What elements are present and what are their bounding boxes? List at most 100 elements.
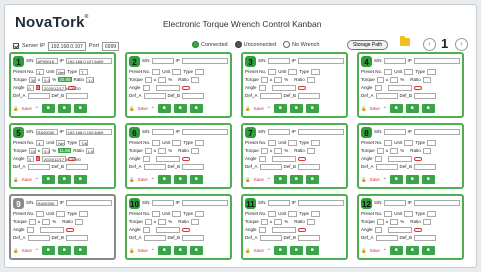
ratio-field[interactable]	[306, 147, 315, 154]
status-toggle[interactable]	[297, 85, 306, 90]
torque-field[interactable]	[144, 147, 152, 154]
def-b-field[interactable]	[414, 92, 437, 99]
preset-field[interactable]: 1	[36, 68, 45, 75]
tolerance-field[interactable]	[274, 218, 283, 225]
ip-field[interactable]	[297, 128, 344, 135]
gear-button-icon[interactable]: ■	[173, 104, 187, 113]
def-a-field[interactable]	[259, 92, 282, 99]
list-button-icon[interactable]: ■	[421, 246, 435, 255]
status-toggle[interactable]	[181, 85, 190, 90]
wrench-card[interactable]: 1 S/N AP00018 IP 192.168.0.107:6409 Preset No…	[9, 52, 116, 118]
type-field[interactable]	[427, 210, 437, 217]
tolerance-field[interactable]	[390, 218, 399, 225]
sn-field[interactable]	[267, 199, 290, 206]
save-button[interactable]: Save	[22, 177, 32, 182]
chart-icon[interactable]: ⌃	[267, 177, 271, 183]
graph-button-icon[interactable]: ■	[41, 246, 55, 255]
ratio-field[interactable]	[190, 147, 199, 154]
status-toggle[interactable]	[68, 156, 77, 161]
status-toggle[interactable]	[68, 85, 77, 90]
save-button[interactable]: Save	[370, 248, 380, 253]
server-ip-checkbox[interactable]	[13, 43, 19, 49]
unit-field[interactable]	[288, 139, 298, 146]
tolerance-field[interactable]: 5.0	[42, 147, 51, 154]
preset-field[interactable]	[268, 139, 277, 146]
ip-field[interactable]	[413, 128, 460, 135]
list-button-icon[interactable]: ■	[305, 104, 319, 113]
list-button-icon[interactable]: ■	[189, 175, 203, 184]
gear-button-icon[interactable]: ■	[405, 104, 419, 113]
ip-field[interactable]: 192.168.0.102:6409	[65, 128, 112, 135]
preset-field[interactable]	[384, 210, 393, 217]
ip-field[interactable]	[181, 57, 228, 64]
wrench-card[interactable]: 7 S/N IP Preset No. Unit Type Torque ±% Ratio Ang…	[241, 123, 348, 189]
ratio-field[interactable]	[190, 76, 199, 83]
wrench-card[interactable]: 11 S/N IP Preset No. Unit Type Torque ±% Ratio An…	[241, 194, 348, 260]
unit-field[interactable]	[404, 68, 414, 75]
preset-field[interactable]	[268, 210, 277, 217]
ip-field[interactable]	[413, 57, 460, 64]
chart-icon[interactable]: ⌃	[383, 248, 387, 254]
graph-button-icon[interactable]: ■	[41, 175, 55, 184]
gear-button-icon[interactable]: ■	[289, 246, 303, 255]
def-a-field[interactable]	[143, 234, 166, 241]
storage-path-button[interactable]: Storage Path	[347, 40, 389, 50]
type-field[interactable]	[427, 139, 437, 146]
tolerance-field[interactable]	[274, 76, 283, 83]
def-b-field[interactable]	[66, 92, 89, 99]
type-field[interactable]	[311, 210, 321, 217]
sn-field[interactable]	[151, 57, 174, 64]
wrench-card[interactable]: 8 S/N IP Preset No. Unit Type Torque ±% Ratio Ang…	[357, 123, 464, 189]
tolerance-field[interactable]	[158, 76, 167, 83]
sn-field[interactable]: AP00018	[35, 57, 58, 64]
ip-field[interactable]: 192.168.0.107:6409	[65, 57, 112, 64]
type-field[interactable]	[311, 139, 321, 146]
def-a-field[interactable]	[259, 163, 282, 170]
ratio-field[interactable]	[422, 76, 431, 83]
unit-field[interactable]	[288, 210, 298, 217]
graph-button-icon[interactable]: ■	[273, 104, 287, 113]
chart-icon[interactable]: ⌃	[151, 177, 155, 183]
def-a-field[interactable]	[27, 92, 50, 99]
unit-field[interactable]	[172, 139, 182, 146]
graph-button-icon[interactable]: ■	[389, 246, 403, 255]
ratio-field[interactable]: 1.0	[86, 76, 95, 83]
torque-field[interactable]	[144, 218, 152, 225]
tolerance-field[interactable]	[42, 218, 51, 225]
status-toggle[interactable]	[413, 156, 422, 161]
wrench-card[interactable]: 10 S/N IP Preset No. Unit Type Torque ±% Ratio An…	[125, 194, 232, 260]
save-button[interactable]: Save	[22, 106, 32, 111]
lock-icon[interactable]: 🔒	[245, 177, 251, 183]
ip-field[interactable]	[297, 199, 344, 206]
unit-field[interactable]	[404, 210, 414, 217]
ip-field[interactable]	[181, 128, 228, 135]
torque-field[interactable]	[28, 218, 36, 225]
ratio-field[interactable]	[422, 147, 431, 154]
graph-button-icon[interactable]: ■	[273, 175, 287, 184]
angle-field[interactable]	[374, 226, 382, 233]
def-a-field[interactable]	[375, 92, 398, 99]
type-field[interactable]	[79, 210, 89, 217]
type-field[interactable]: T	[79, 68, 89, 75]
unit-field[interactable]	[172, 68, 182, 75]
folder-icon[interactable]	[400, 36, 410, 46]
list-button-icon[interactable]: ■	[189, 104, 203, 113]
angle-field[interactable]: 0	[26, 84, 34, 91]
lock-icon[interactable]: 🔒	[129, 106, 135, 112]
list-button-icon[interactable]: ■	[305, 246, 319, 255]
wrench-card[interactable]: 2 S/N IP Preset No. Unit Type Torque ±% Ratio Ang…	[125, 52, 232, 118]
status-toggle[interactable]	[65, 227, 74, 232]
type-field[interactable]	[311, 68, 321, 75]
lock-icon[interactable]: 🔒	[13, 248, 19, 254]
lock-icon[interactable]: 🔒	[13, 177, 19, 183]
def-b-field[interactable]	[414, 163, 437, 170]
graph-button-icon[interactable]: ■	[157, 104, 171, 113]
tolerance-field[interactable]	[158, 218, 167, 225]
torque-field[interactable]	[260, 147, 268, 154]
sn-field[interactable]: RA00300	[35, 199, 58, 206]
lock-icon[interactable]: 🔒	[361, 106, 367, 112]
save-button[interactable]: Save	[370, 177, 380, 182]
ip-field[interactable]	[297, 57, 344, 64]
ip-field[interactable]	[181, 199, 228, 206]
tolerance-field[interactable]	[274, 147, 283, 154]
